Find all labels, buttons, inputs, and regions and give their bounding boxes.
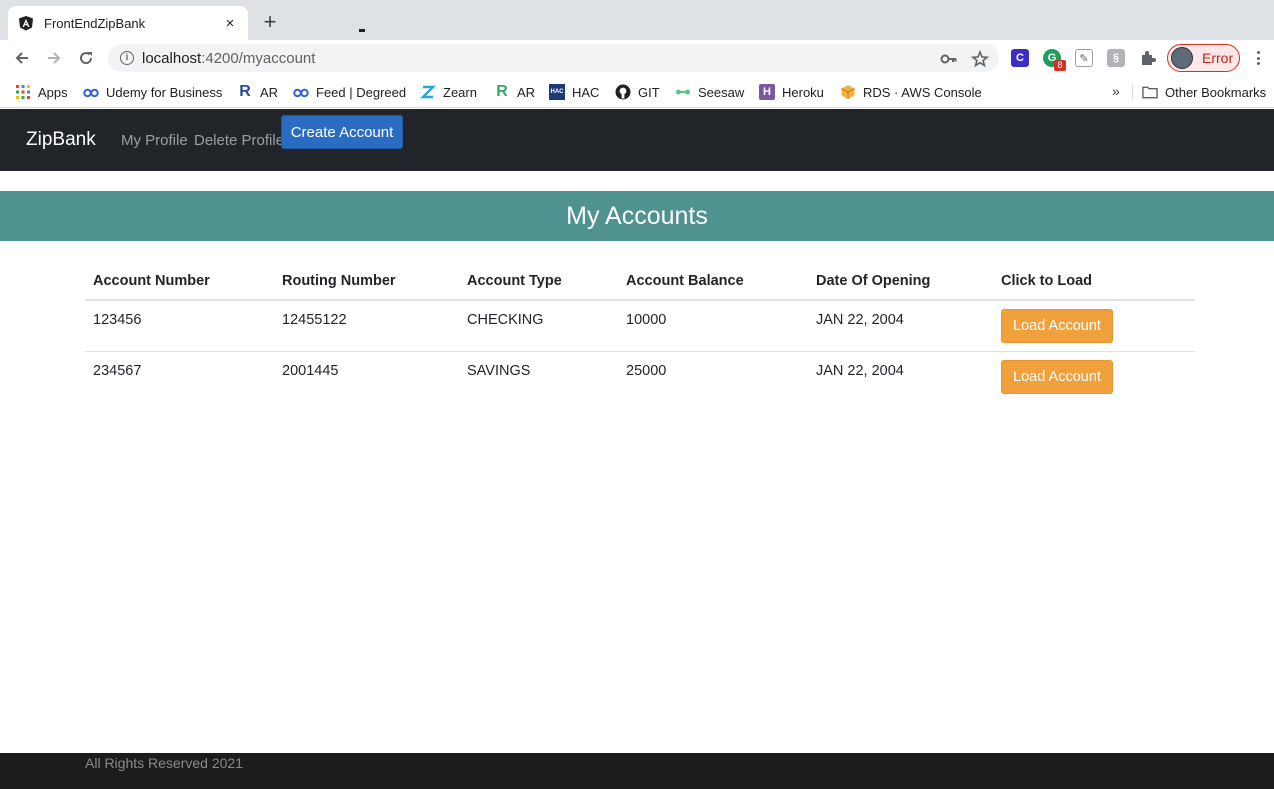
routing-number-cell: 2001445 [282, 362, 339, 379]
bookmark-label: Udemy for Business [106, 84, 223, 100]
url-host: localhost [142, 49, 202, 67]
address-bar[interactable]: i localhost:4200/myaccount [108, 44, 999, 72]
load-account-button[interactable]: Load Account [1001, 359, 1113, 394]
bookmarks-divider [1132, 84, 1133, 100]
avatar [1171, 47, 1193, 69]
new-tab-button[interactable]: + [258, 10, 282, 34]
extension-script-icon[interactable]: ✎ [1075, 49, 1093, 67]
create-account-button[interactable]: Create Account [281, 115, 403, 149]
nav-my-profile[interactable]: My Profile [121, 132, 188, 149]
copyright-text: All Rights Reserved 2021 [85, 755, 243, 771]
column-header: Routing Number [274, 262, 459, 301]
column-header: Click to Load [993, 262, 1195, 301]
profile-status: Error [1202, 50, 1234, 66]
load-account-button[interactable]: Load Account [1001, 309, 1113, 343]
bookmark-label: RDS · AWS Console [863, 84, 982, 100]
bookmark-seesaw[interactable]: Seesaw [675, 83, 744, 101]
browser-tab[interactable]: FrontEndZipBank × [8, 6, 248, 40]
app-navbar: ZipBank My Profile Delete Profile Create… [0, 109, 1274, 171]
extension-c-icon[interactable]: C [1011, 49, 1029, 67]
profile-button[interactable]: Error [1167, 44, 1240, 72]
extensions-puzzle-icon[interactable] [1139, 49, 1157, 67]
zearn-icon [420, 84, 436, 100]
account-type-cell: CHECKING [459, 300, 618, 352]
bookmark-degreed[interactable]: Feed | Degreed [293, 83, 406, 101]
tab-title: FrontEndZipBank [44, 15, 146, 31]
bookmark-label: Apps [38, 84, 68, 100]
bookmark-label: Zearn [443, 84, 477, 100]
bookmark-ar[interactable]: R AR [237, 83, 278, 101]
folder-icon [1142, 84, 1158, 100]
angular-icon [18, 15, 34, 31]
bookmark-heroku[interactable]: H Heroku [759, 83, 824, 101]
bookmark-label: Heroku [782, 84, 824, 100]
account-balance-cell: 25000 [626, 362, 667, 379]
ar-icon: R [239, 83, 251, 100]
column-header: Date Of Opening [808, 262, 993, 301]
accounts-table: Account Number Routing Number Account Ty… [85, 262, 1195, 402]
nav-delete-profile[interactable]: Delete Profile [194, 132, 284, 149]
key-icon[interactable] [940, 50, 958, 68]
date-opened-cell: JAN 22, 2004 [816, 362, 904, 379]
ar-icon: R [496, 83, 508, 100]
forward-icon[interactable] [42, 46, 66, 70]
bookmark-aws[interactable]: RDS · AWS Console [840, 83, 982, 101]
hac-icon: HAC [549, 84, 565, 100]
table-row: 123456 12455122 CHECKING 10000 JAN 22, 2… [85, 300, 1195, 352]
browser-menu-icon[interactable] [1250, 49, 1266, 67]
close-tab-icon[interactable]: × [222, 15, 238, 32]
date-opened-cell: JAN 22, 2004 [808, 300, 993, 352]
degreed-icon [293, 84, 309, 100]
bookmark-label: GIT [638, 84, 660, 100]
aws-icon [840, 84, 856, 100]
routing-number-cell: 12455122 [274, 300, 459, 352]
page-footer: All Rights Reserved 2021 [0, 753, 1274, 789]
bookmark-git[interactable]: GIT [615, 83, 660, 101]
bookmarks-overflow-icon[interactable]: » [1112, 83, 1120, 99]
back-icon[interactable] [10, 46, 34, 70]
extension-badge: 8 [1054, 60, 1066, 71]
bookmark-label: AR [517, 84, 536, 100]
account-balance-cell: 10000 [618, 300, 808, 352]
action-cell: Load Account [993, 300, 1195, 352]
bookmark-other[interactable]: Other Bookmarks [1142, 83, 1266, 101]
bookmark-label: Other Bookmarks [1165, 84, 1267, 100]
table-header-row: Account Number Routing Number Account Ty… [85, 262, 1195, 301]
account-type-cell: SAVINGS [467, 362, 531, 379]
heroku-icon: H [759, 84, 775, 100]
seesaw-icon [675, 84, 691, 100]
github-icon [615, 84, 631, 100]
bookmark-udemy[interactable]: Udemy for Business [83, 83, 222, 101]
account-number-cell: 123456 [85, 300, 274, 352]
bookmarks-bar: Apps Udemy for Business R AR Feed | Degr… [0, 76, 1274, 108]
extension-gray-icon[interactable]: § [1107, 49, 1125, 67]
window-indicator [359, 29, 365, 32]
site-info-icon[interactable]: i [120, 51, 134, 65]
udemy-icon [83, 84, 99, 100]
bookmark-label: Feed | Degreed [316, 84, 407, 100]
column-header: Account Number [85, 262, 274, 301]
bookmark-label: Seesaw [698, 84, 745, 100]
browser-toolbar: i localhost:4200/myaccount C G 8 ✎ § Err… [0, 40, 1274, 76]
bookmark-zearn[interactable]: Zearn [420, 83, 477, 101]
column-header: Account Type [459, 262, 618, 301]
bookmark-hac[interactable]: HAC HAC [549, 83, 599, 101]
browser-tab-strip: FrontEndZipBank × + [0, 0, 1274, 40]
table-row: 234567 2001445 SAVINGS 25000 JAN 22, 200… [85, 351, 1195, 402]
reload-icon[interactable] [74, 46, 98, 70]
action-cell: Load Account [993, 351, 1195, 402]
bookmark-label: HAC [572, 84, 600, 100]
bookmark-star-icon[interactable] [971, 50, 989, 68]
bookmark-label: AR [260, 84, 279, 100]
bookmark-ar-2[interactable]: R AR [494, 83, 535, 101]
brand-logo[interactable]: ZipBank [26, 129, 96, 151]
account-number-cell: 234567 [93, 362, 142, 379]
page-header-banner: My Accounts [0, 191, 1274, 241]
page-title: My Accounts [566, 201, 708, 230]
url-path: :4200/myaccount [201, 49, 316, 67]
column-header: Account Balance [618, 262, 808, 301]
apps-grid-icon [15, 84, 31, 100]
bookmark-apps[interactable]: Apps [15, 83, 68, 101]
